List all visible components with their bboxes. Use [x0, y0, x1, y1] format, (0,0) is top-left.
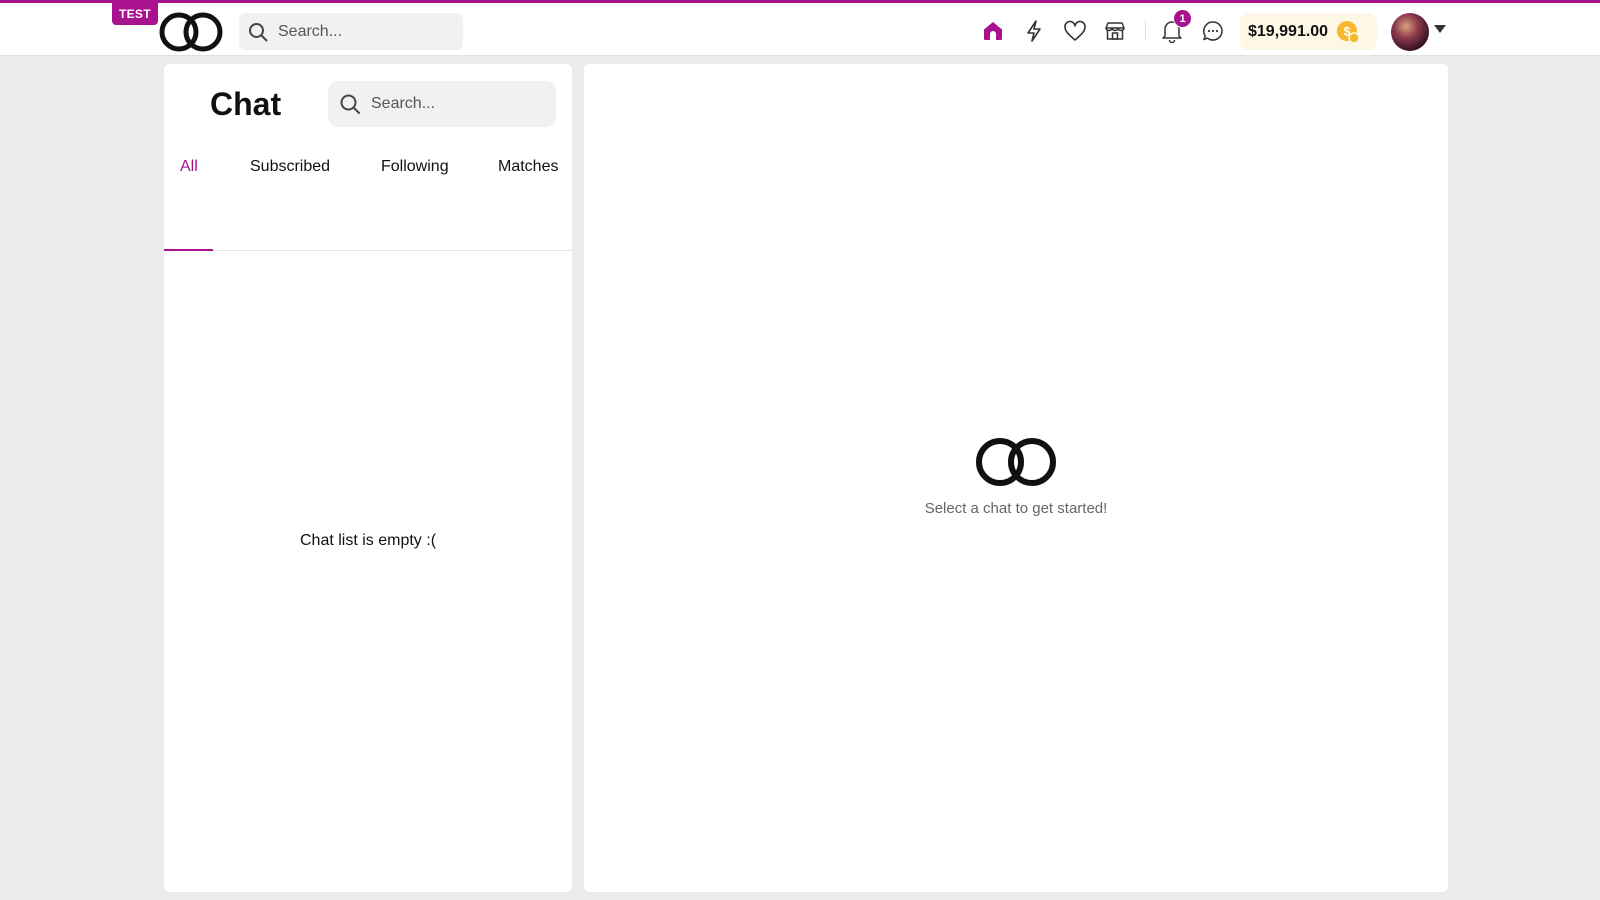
- home-icon[interactable]: [979, 17, 1007, 45]
- top-navigation-bar: TEST Search... 1 $19,991.00 $: [0, 0, 1600, 56]
- coin-icon: $: [1337, 20, 1360, 44]
- search-icon: [340, 94, 360, 114]
- tab-all[interactable]: All: [180, 158, 198, 176]
- wallet-balance-button[interactable]: $19,991.00 $: [1240, 13, 1377, 50]
- store-icon[interactable]: [1101, 17, 1129, 45]
- chat-filter-tabs: All Subscribed Following Matches: [164, 144, 572, 251]
- brand-logo-placeholder: [975, 436, 1057, 488]
- conversation-panel: Select a chat to get started!: [584, 64, 1448, 892]
- global-search-input[interactable]: [278, 22, 438, 41]
- chat-search-input[interactable]: [371, 95, 531, 113]
- nav-divider: [1145, 21, 1146, 41]
- chat-bubble-icon[interactable]: [1199, 17, 1227, 45]
- select-chat-prompt: Select a chat to get started!: [924, 500, 1108, 517]
- user-avatar[interactable]: [1391, 13, 1429, 51]
- search-icon: [249, 22, 268, 41]
- global-search[interactable]: [239, 13, 463, 50]
- active-tab-indicator: [164, 249, 213, 251]
- balance-amount: $19,991.00: [1248, 22, 1329, 40]
- lightning-icon[interactable]: [1020, 17, 1048, 45]
- caret-down-icon[interactable]: [1434, 25, 1446, 33]
- environment-badge: TEST: [112, 3, 158, 25]
- heart-icon[interactable]: [1061, 17, 1089, 45]
- empty-chat-list-message: Chat list is empty :(: [299, 532, 437, 549]
- tab-following[interactable]: Following: [381, 158, 449, 176]
- brand-logo[interactable]: [158, 11, 226, 53]
- notification-count-badge: 1: [1173, 9, 1192, 28]
- chat-list-panel: Chat All Subscribed Following Matches Ch…: [164, 64, 572, 892]
- tabs-divider: [164, 250, 572, 251]
- tab-subscribed[interactable]: Subscribed: [250, 158, 330, 176]
- chat-search[interactable]: [328, 81, 556, 127]
- page-title: Chat: [210, 86, 282, 122]
- tab-matches[interactable]: Matches: [498, 158, 558, 176]
